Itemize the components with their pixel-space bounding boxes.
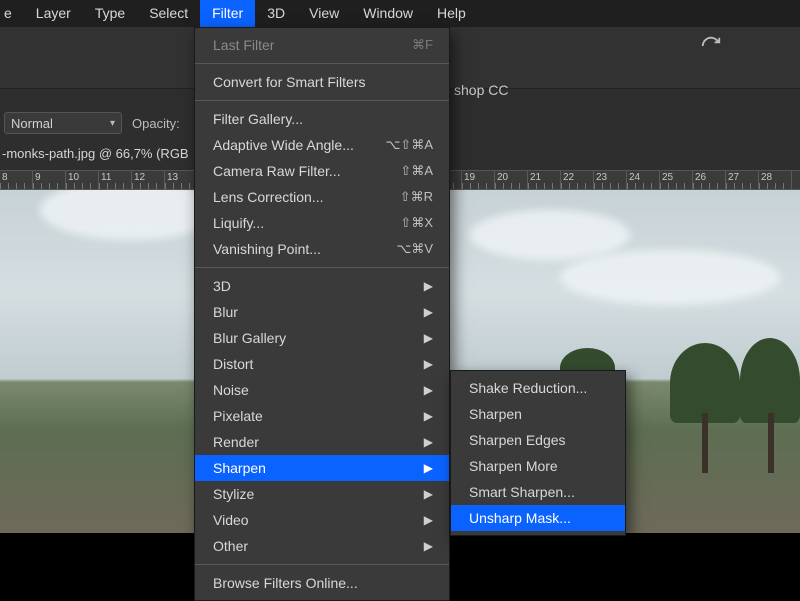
blend-mode-select[interactable]: Normal ▾ — [4, 112, 122, 134]
filter-submenu-stylize[interactable]: Stylize▶ — [195, 481, 449, 507]
filter-submenu-sharpen[interactable]: Sharpen▶ — [195, 455, 449, 481]
filter-submenu-noise[interactable]: Noise▶ — [195, 377, 449, 403]
filter-adaptive-wide-angle[interactable]: Adaptive Wide Angle...⌥⇧⌘A — [195, 132, 449, 158]
filter-submenu-blur-gallery[interactable]: Blur Gallery▶ — [195, 325, 449, 351]
filter-submenu-pixelate[interactable]: Pixelate▶ — [195, 403, 449, 429]
arrow-right-icon: ▶ — [424, 536, 433, 556]
filter-submenu-render[interactable]: Render▶ — [195, 429, 449, 455]
filter-camera-raw[interactable]: Camera Raw Filter...⇧⌘A — [195, 158, 449, 184]
app-title-partial: shop CC — [454, 82, 508, 98]
menu-image-partial[interactable]: e — [0, 0, 24, 27]
arrow-right-icon: ▶ — [424, 302, 433, 322]
filter-submenu-distort[interactable]: Distort▶ — [195, 351, 449, 377]
arrow-right-icon: ▶ — [424, 406, 433, 426]
arrow-right-icon: ▶ — [424, 484, 433, 504]
filter-submenu-blur[interactable]: Blur▶ — [195, 299, 449, 325]
sharpen-edges[interactable]: Sharpen Edges — [451, 427, 625, 453]
menu-3d[interactable]: 3D — [255, 0, 297, 27]
separator — [195, 63, 449, 64]
menubar: e Layer Type Select Filter 3D View Windo… — [0, 0, 800, 27]
arrow-right-icon: ▶ — [424, 510, 433, 530]
chevron-down-icon: ▾ — [110, 118, 115, 129]
filter-submenu-3d[interactable]: 3D▶ — [195, 273, 449, 299]
menu-window[interactable]: Window — [351, 0, 425, 27]
filter-gallery[interactable]: Filter Gallery... — [195, 106, 449, 132]
refresh-icon[interactable] — [700, 35, 722, 57]
sharpen-smart[interactable]: Smart Sharpen... — [451, 479, 625, 505]
arrow-right-icon: ▶ — [424, 458, 433, 478]
filter-last: Last Filter⌘F — [195, 32, 449, 58]
menu-view[interactable]: View — [297, 0, 351, 27]
arrow-right-icon: ▶ — [424, 276, 433, 296]
sharpen-sharpen[interactable]: Sharpen — [451, 401, 625, 427]
filter-menu: Last Filter⌘F Convert for Smart Filters … — [194, 27, 450, 601]
sharpen-more[interactable]: Sharpen More — [451, 453, 625, 479]
filter-vanishing-point[interactable]: Vanishing Point...⌥⌘V — [195, 236, 449, 262]
arrow-right-icon: ▶ — [424, 380, 433, 400]
filter-submenu-video[interactable]: Video▶ — [195, 507, 449, 533]
separator — [195, 100, 449, 101]
menu-layer[interactable]: Layer — [24, 0, 83, 27]
sharpen-unsharp-mask[interactable]: Unsharp Mask... — [451, 505, 625, 531]
menu-filter[interactable]: Filter — [200, 0, 255, 27]
menu-type[interactable]: Type — [83, 0, 137, 27]
separator — [195, 564, 449, 565]
arrow-right-icon: ▶ — [424, 432, 433, 452]
menu-help[interactable]: Help — [425, 0, 478, 27]
filter-submenu-other[interactable]: Other▶ — [195, 533, 449, 559]
blend-mode-row: Normal ▾ Opacity: — [4, 110, 180, 136]
filter-browse-online[interactable]: Browse Filters Online... — [195, 570, 449, 596]
opacity-label: Opacity: — [132, 116, 180, 131]
filter-liquify[interactable]: Liquify...⇧⌘X — [195, 210, 449, 236]
document-tab[interactable]: -monks-path.jpg @ 66,7% (RGB — [0, 146, 189, 161]
separator — [195, 267, 449, 268]
arrow-right-icon: ▶ — [424, 354, 433, 374]
sharpen-shake-reduction[interactable]: Shake Reduction... — [451, 375, 625, 401]
sharpen-submenu: Shake Reduction... Sharpen Sharpen Edges… — [450, 370, 626, 536]
filter-lens-correction[interactable]: Lens Correction...⇧⌘R — [195, 184, 449, 210]
blend-mode-value: Normal — [11, 116, 53, 131]
filter-convert-smart[interactable]: Convert for Smart Filters — [195, 69, 449, 95]
arrow-right-icon: ▶ — [424, 328, 433, 348]
menu-select[interactable]: Select — [137, 0, 200, 27]
